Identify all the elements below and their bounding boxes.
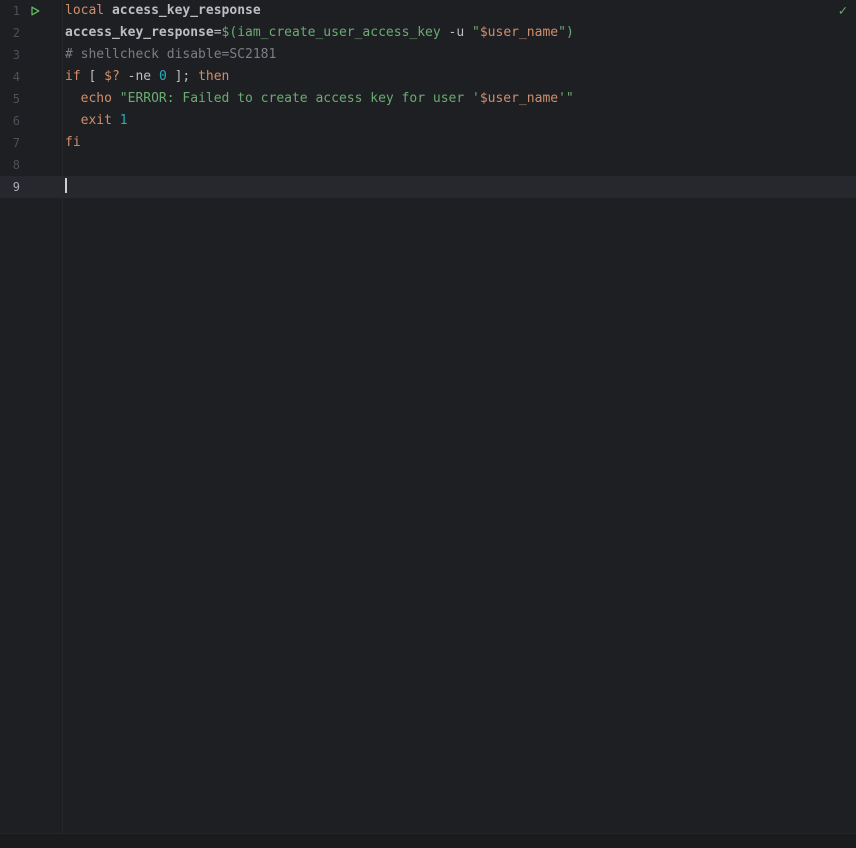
code-token: " xyxy=(558,25,566,40)
code-token: if xyxy=(65,69,81,84)
line-number[interactable]: 2 xyxy=(4,22,20,44)
code-token: $user_name xyxy=(480,91,558,106)
gutter: 2 xyxy=(0,22,62,44)
code-token: 1 xyxy=(120,113,128,128)
code-token: iam_create_user_access_key xyxy=(237,25,441,40)
code-token: access_key_response xyxy=(112,3,261,18)
code-line[interactable]: 8 xyxy=(0,154,856,176)
code-lines: 1 local access_key_response 2 access_key_re… xyxy=(0,0,856,198)
code-line[interactable]: 2 access_key_response=$(iam_create_user_a… xyxy=(0,22,856,44)
gutter-icon-slot xyxy=(29,180,43,194)
code-token xyxy=(151,69,159,84)
code-line-text[interactable]: echo "ERROR: Failed to create access key… xyxy=(62,88,856,110)
gutter: 4 xyxy=(0,66,62,88)
code-token: # shellcheck disable=SC2181 xyxy=(65,47,276,62)
gutter-icon-slot xyxy=(29,158,43,172)
code-token: = xyxy=(214,25,222,40)
code-token: -ne xyxy=(128,69,151,84)
code-token: '" xyxy=(558,91,574,106)
code-token: exit xyxy=(81,113,112,128)
code-line-text[interactable] xyxy=(62,154,856,176)
code-token: echo xyxy=(81,91,112,106)
line-number[interactable]: 1 xyxy=(4,0,20,22)
status-bar-area xyxy=(0,833,856,848)
code-line[interactable]: 6 exit 1 xyxy=(0,110,856,132)
code-line-text[interactable] xyxy=(62,176,856,198)
line-number[interactable]: 9 xyxy=(4,176,20,198)
line-number[interactable]: 8 xyxy=(4,154,20,176)
code-token: then xyxy=(198,69,229,84)
line-number[interactable]: 3 xyxy=(4,44,20,66)
gutter-icon-slot xyxy=(29,92,43,106)
code-token: ]; xyxy=(167,69,198,84)
code-line[interactable]: 5 echo "ERROR: Failed to create access k… xyxy=(0,88,856,110)
code-token: $? xyxy=(104,69,120,84)
code-token xyxy=(112,91,120,106)
gutter: 3 xyxy=(0,44,62,66)
gutter-icon-slot xyxy=(29,26,43,40)
code-line-text[interactable]: local access_key_response xyxy=(62,0,856,22)
code-token: 0 xyxy=(159,69,167,84)
gutter-icon-slot xyxy=(29,48,43,62)
gutter: 5 xyxy=(0,88,62,110)
code-line[interactable]: 1 local access_key_response xyxy=(0,0,856,22)
code-token xyxy=(120,69,128,84)
code-token xyxy=(441,25,449,40)
line-number[interactable]: 7 xyxy=(4,132,20,154)
gutter: 9 xyxy=(0,176,62,198)
code-token: "ERROR: Failed to create access key for … xyxy=(120,91,480,106)
code-token: -u xyxy=(449,25,465,40)
line-number[interactable]: 6 xyxy=(4,110,20,132)
code-line[interactable]: 4 if [ $? -ne 0 ]; then xyxy=(0,66,856,88)
gutter: 6 xyxy=(0,110,62,132)
code-line[interactable]: 3 # shellcheck disable=SC2181 xyxy=(0,44,856,66)
gutter-icon-slot xyxy=(29,136,43,150)
line-number[interactable]: 5 xyxy=(4,88,20,110)
code-line[interactable]: 9 xyxy=(0,176,856,198)
code-token xyxy=(65,91,81,106)
code-token: $user_name xyxy=(480,25,558,40)
code-line-text[interactable]: if [ $? -ne 0 ]; then xyxy=(62,66,856,88)
gutter: 8 xyxy=(0,154,62,176)
code-token xyxy=(104,3,112,18)
code-token: [ xyxy=(81,69,104,84)
code-token: $( xyxy=(222,25,238,40)
code-editor[interactable]: 1 local access_key_response 2 access_key_re… xyxy=(0,0,856,848)
code-token xyxy=(464,25,472,40)
gutter-icon-slot xyxy=(29,70,43,84)
code-line-text[interactable]: # shellcheck disable=SC2181 xyxy=(62,44,856,66)
gutter: 1 xyxy=(0,0,62,22)
code-token: " xyxy=(472,25,480,40)
code-token xyxy=(112,113,120,128)
code-token: local xyxy=(65,3,104,18)
code-line-text[interactable]: access_key_response=$(iam_create_user_ac… xyxy=(62,22,856,44)
code-token: ) xyxy=(566,25,574,40)
code-line-text[interactable]: exit 1 xyxy=(62,110,856,132)
inspections-ok-icon[interactable]: ✓ xyxy=(839,2,847,20)
code-token xyxy=(65,113,81,128)
run-icon[interactable] xyxy=(29,4,43,18)
code-token: fi xyxy=(65,135,81,150)
code-token: access_key_response xyxy=(65,25,214,40)
text-caret xyxy=(65,178,67,193)
code-line[interactable]: 7 fi xyxy=(0,132,856,154)
line-number[interactable]: 4 xyxy=(4,66,20,88)
gutter-icon-slot xyxy=(29,114,43,128)
code-line-text[interactable]: fi xyxy=(62,132,856,154)
gutter: 7 xyxy=(0,132,62,154)
